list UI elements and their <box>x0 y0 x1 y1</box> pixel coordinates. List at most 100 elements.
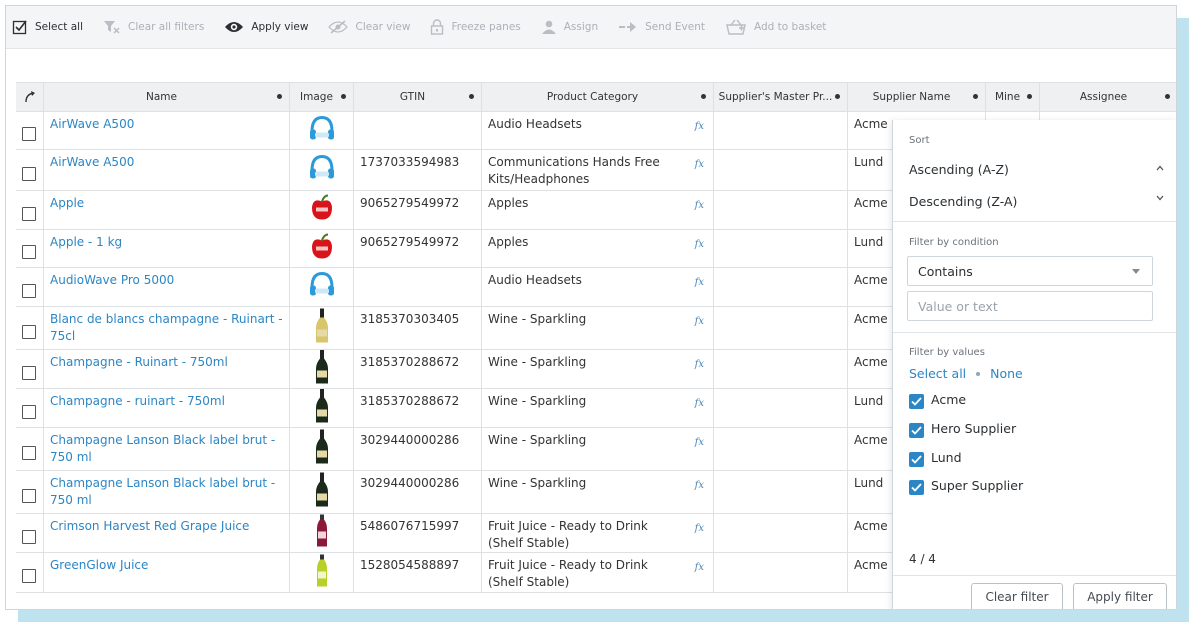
product-name-link[interactable]: Blanc de blancs champagne - Ruinart - 75… <box>44 307 290 349</box>
row-handle-header[interactable] <box>16 83 44 111</box>
product-image-cell <box>290 350 354 388</box>
row-checkbox[interactable] <box>22 405 36 419</box>
product-name-link[interactable]: AudioWave Pro 5000 <box>44 268 290 306</box>
column-header-name[interactable]: Name <box>44 83 290 111</box>
product-name-link[interactable]: AirWave A500 <box>44 150 290 190</box>
column-header-image[interactable]: Image <box>290 83 354 111</box>
product-category-cell: Wine - Sparkling fx <box>482 389 714 427</box>
row-checkbox[interactable] <box>22 127 36 141</box>
chevron-down-icon[interactable] <box>1155 194 1165 202</box>
row-checkbox[interactable] <box>22 207 36 221</box>
product-image-cell <box>290 268 354 306</box>
gtin-cell: 9065279549972 <box>354 230 482 267</box>
product-name-link[interactable]: Champagne - ruinart - 750ml <box>44 389 290 427</box>
column-menu-dot-icon[interactable] <box>835 94 840 99</box>
chevron-up-icon[interactable] <box>1155 164 1165 172</box>
row-checkbox[interactable] <box>22 167 36 181</box>
apple-icon <box>307 231 337 266</box>
value-checkbox-label[interactable]: Lund <box>931 450 962 465</box>
product-category-cell: Apples fx <box>482 230 714 267</box>
column-menu-dot-icon[interactable] <box>469 94 474 99</box>
formula-icon[interactable]: fx <box>695 156 704 173</box>
column-menu-dot-icon[interactable] <box>1165 94 1170 99</box>
product-name-link[interactable]: Champagne Lanson Black label brut - 750 … <box>44 428 290 470</box>
product-image-cell <box>290 471 354 513</box>
assign-button[interactable]: Assign <box>541 20 598 34</box>
sort-descending-option[interactable]: Descending (Z-A) <box>909 194 1017 209</box>
column-header-gtin[interactable]: GTIN <box>354 83 482 111</box>
row-select-cell <box>16 350 44 388</box>
column-menu-dot-icon[interactable] <box>701 94 706 99</box>
product-name-link[interactable]: Apple <box>44 191 290 229</box>
row-checkbox[interactable] <box>22 446 36 460</box>
column-header-category[interactable]: Product Category <box>482 83 714 111</box>
formula-icon[interactable]: fx <box>695 313 704 330</box>
formula-icon[interactable]: fx <box>695 197 704 214</box>
sort-ascending-option[interactable]: Ascending (A-Z) <box>909 162 1009 177</box>
condition-select[interactable]: Contains <box>907 256 1153 286</box>
formula-icon[interactable]: fx <box>695 274 704 291</box>
product-name-link[interactable]: Champagne - Ruinart - 750ml <box>44 350 290 388</box>
column-menu-dot-icon[interactable] <box>341 94 346 99</box>
product-category-text: Communications Hands Free Kits/Headphone… <box>488 155 660 186</box>
value-checkbox-label[interactable]: Acme <box>931 392 966 407</box>
supplier-master-cell <box>714 268 848 306</box>
row-checkbox[interactable] <box>22 366 36 380</box>
formula-icon[interactable]: fx <box>695 559 704 576</box>
product-name-link[interactable]: Apple - 1 kg <box>44 230 290 267</box>
formula-icon[interactable]: fx <box>695 434 704 451</box>
value-checkbox[interactable] <box>909 423 924 438</box>
clear-all-filters-button[interactable]: Clear all filters <box>103 19 204 35</box>
column-menu-dot-icon[interactable] <box>277 94 282 99</box>
clear-filter-button[interactable]: Clear filter <box>971 583 1063 609</box>
product-category-text: Wine - Sparkling <box>488 394 587 408</box>
row-checkbox[interactable] <box>22 489 36 503</box>
column-header-supplier-name[interactable]: Supplier Name <box>848 83 986 111</box>
formula-icon[interactable]: fx <box>695 356 704 373</box>
column-menu-dot-icon[interactable] <box>973 94 978 99</box>
send-event-button[interactable]: Send Event <box>618 21 705 33</box>
select-all-button[interactable]: Select all <box>12 19 83 35</box>
formula-icon[interactable]: fx <box>695 118 704 135</box>
formula-icon[interactable]: fx <box>695 477 704 494</box>
column-menu-dot-icon[interactable] <box>1027 94 1032 99</box>
row-checkbox[interactable] <box>22 569 36 583</box>
product-name-link[interactable]: GreenGlow Juice <box>44 553 290 592</box>
select-all-icon <box>12 20 27 35</box>
column-header-mine[interactable]: Mine <box>986 83 1040 111</box>
column-header-assignee-label: Assignee <box>1079 91 1128 103</box>
eye-icon <box>225 22 244 32</box>
value-checkbox[interactable] <box>909 480 924 495</box>
formula-icon[interactable]: fx <box>695 236 704 253</box>
row-select-cell <box>16 428 44 470</box>
row-select-cell <box>16 230 44 267</box>
product-name-link[interactable]: Crimson Harvest Red Grape Juice <box>44 514 290 552</box>
supplier-master-cell <box>714 428 848 470</box>
column-header-supplier-master[interactable]: Supplier's Master Pr... <box>714 83 848 111</box>
formula-icon[interactable]: fx <box>695 395 704 412</box>
condition-value-input[interactable]: Value or text <box>907 291 1153 321</box>
apply-filter-button[interactable]: Apply filter <box>1073 583 1167 609</box>
product-name-link[interactable]: Champagne Lanson Black label brut - 750 … <box>44 471 290 513</box>
select-none-values-link[interactable]: None <box>990 366 1023 381</box>
select-all-values-link[interactable]: Select all <box>909 366 966 381</box>
row-checkbox[interactable] <box>22 530 36 544</box>
clear-view-button[interactable]: Clear view <box>328 20 410 34</box>
value-checkbox-label[interactable]: Super Supplier <box>931 478 1023 493</box>
row-select-cell <box>16 191 44 229</box>
product-category-cell: Wine - Sparkling fx <box>482 350 714 388</box>
apply-view-button[interactable]: Apply view <box>224 20 308 34</box>
value-checkbox[interactable] <box>909 452 924 467</box>
value-checkbox-label[interactable]: Hero Supplier <box>931 421 1016 436</box>
product-category-cell: Communications Hands Free Kits/Headphone… <box>482 150 714 190</box>
formula-icon[interactable]: fx <box>695 520 704 537</box>
row-checkbox[interactable] <box>22 284 36 298</box>
row-checkbox[interactable] <box>22 325 36 339</box>
column-header-assignee[interactable]: Assignee <box>1040 83 1176 111</box>
row-checkbox[interactable] <box>22 245 36 259</box>
product-name-link[interactable]: AirWave A500 <box>44 112 290 149</box>
add-to-basket-button[interactable]: Add to basket <box>725 19 826 35</box>
freeze-panes-button[interactable]: Freeze panes <box>430 19 521 35</box>
value-checkbox[interactable] <box>909 394 924 409</box>
values-quick-select: Select all None <box>909 366 1023 381</box>
